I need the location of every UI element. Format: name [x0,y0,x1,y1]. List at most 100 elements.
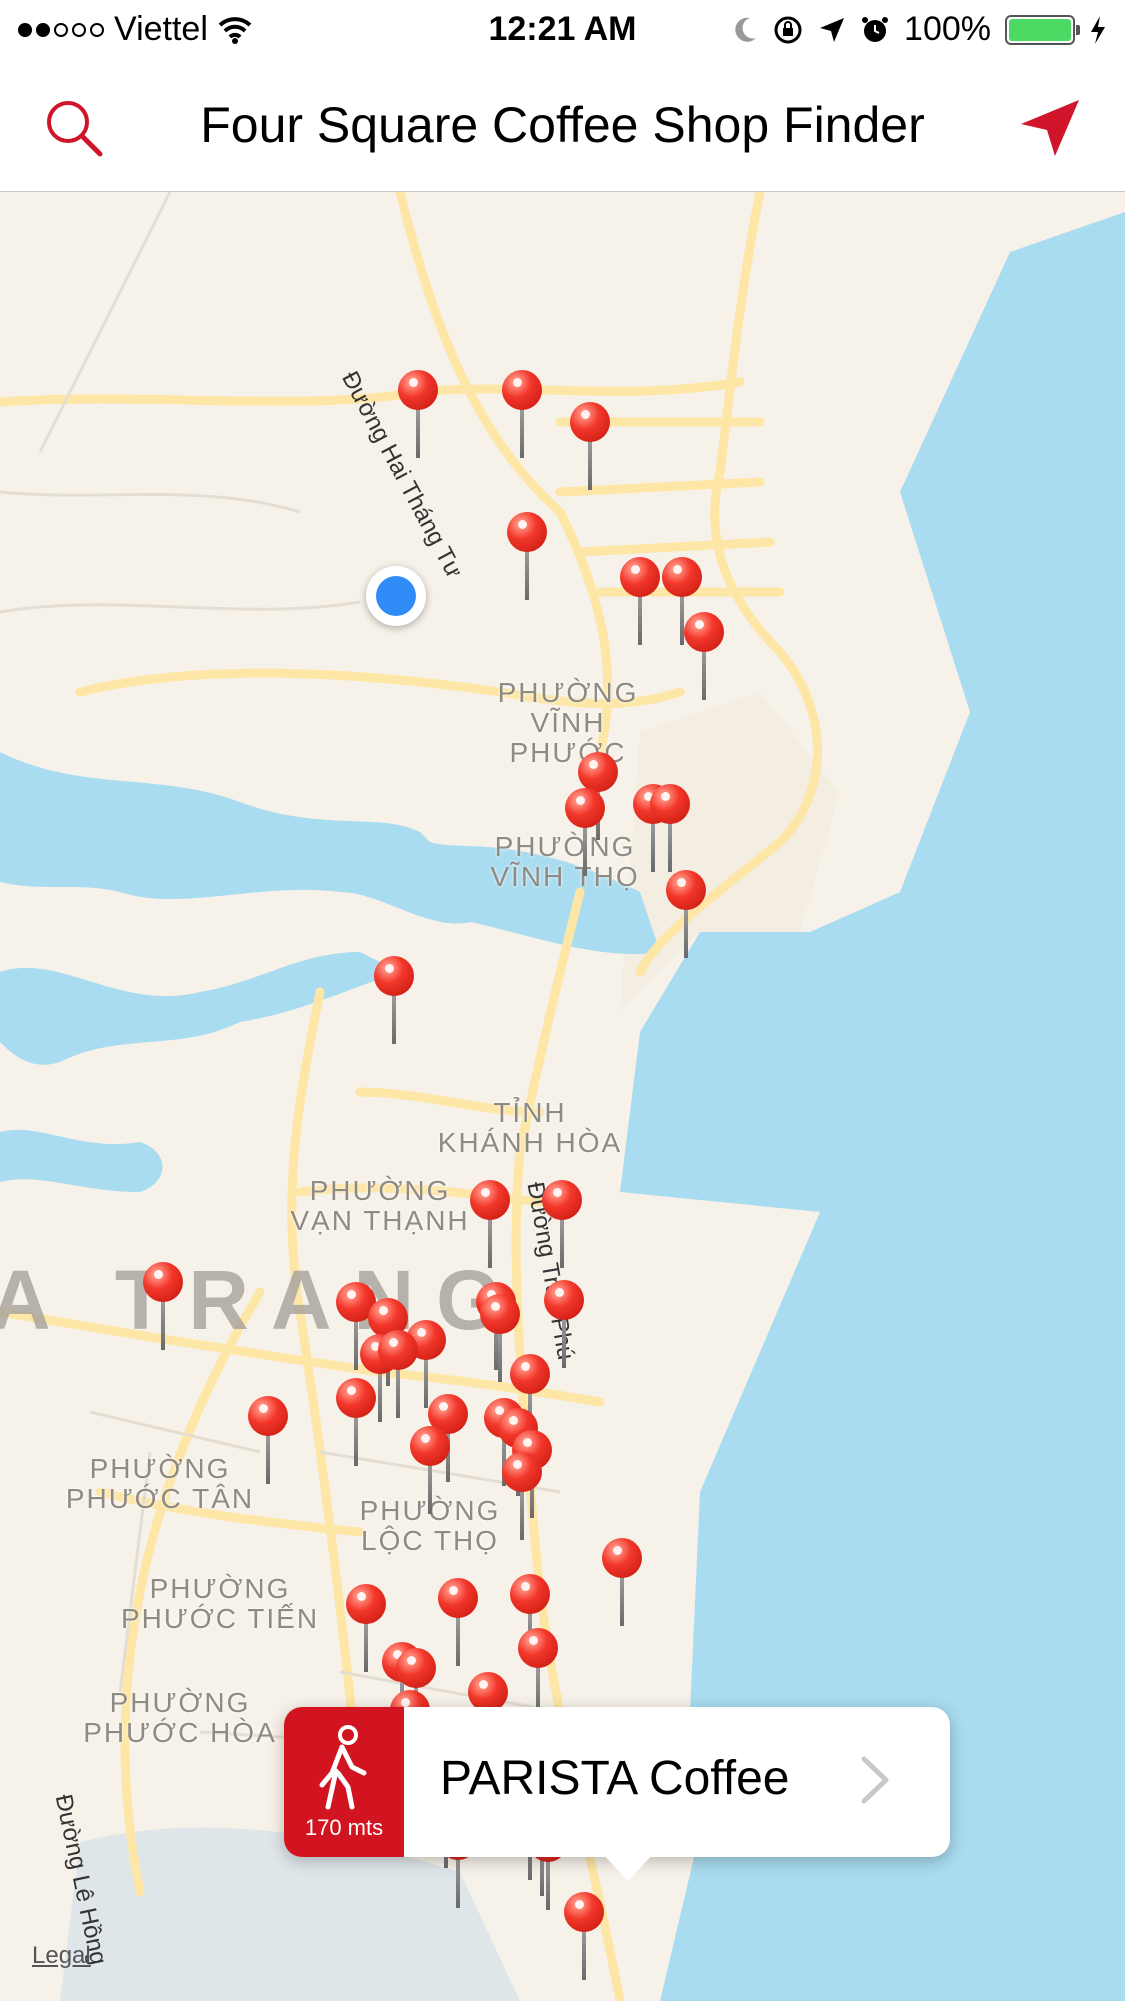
pin-head [544,1280,584,1320]
pin-head [666,870,706,910]
coffee-shop-pin[interactable] [505,512,549,602]
location-arrow-icon [1021,100,1079,156]
coffee-shop-pin[interactable] [562,1892,606,1982]
pin-head [398,370,438,410]
alarm-icon [862,16,889,42]
pin-head [336,1378,376,1418]
district-label: PHƯỜNG PHƯỚC HÒA [83,1687,277,1748]
coffee-shop-pin[interactable] [246,1396,290,1486]
pin-head [620,557,660,597]
pin-stem [520,408,524,458]
coffee-shop-pin[interactable] [516,1628,560,1718]
status-bar: Viettel 12:21 AM 100% [0,0,1125,62]
pin-head [346,1584,386,1624]
pin-head [542,1180,582,1220]
walking-distance-badge: 170 mts [284,1707,404,1857]
pin-stem [488,1218,492,1268]
pin-head [374,956,414,996]
pin-head [650,784,690,824]
pin-head [564,1892,604,1932]
district-label: PHƯỜNG PHƯỚC TÂN [65,1453,255,1514]
walking-person-icon [319,1725,367,1810]
pin-head [570,402,610,442]
pin-stem [684,908,688,958]
pin-stem [620,1576,624,1626]
pin-stem [354,1416,358,1466]
location-arrow-icon [820,17,845,42]
status-right: 100% [732,10,1107,49]
pin-head [502,1452,542,1492]
coffee-shop-pin[interactable] [372,956,416,1046]
pin-head [248,1396,288,1436]
coffee-shop-pin[interactable] [376,1330,420,1420]
pin-stem [396,1368,400,1418]
coffee-shop-pin[interactable] [618,557,662,647]
coffee-shop-pin[interactable] [540,1180,584,1270]
pin-stem [428,1464,432,1514]
pin-head [507,512,547,552]
pin-stem [582,1930,586,1980]
pin-head [662,557,702,597]
coffee-shop-pin[interactable] [436,1578,480,1668]
coffee-shop-pin[interactable] [648,784,692,874]
callout-pointer [602,1853,654,1881]
pin-stem [392,994,396,1044]
pin-head [143,1262,183,1302]
pin-stem [498,1332,502,1382]
pin-head [470,1180,510,1220]
pin-head [396,1648,436,1688]
pin-stem [456,1858,460,1908]
pin-stem [546,1860,550,1910]
pin-stem [456,1616,460,1666]
pin-head [502,370,542,410]
pin-head [410,1426,450,1466]
moon-icon [735,17,757,42]
pin-head [468,1672,508,1712]
pin-head [438,1578,478,1618]
district-label: PHƯỜNG VĨNH PHƯỚC [497,677,639,768]
coffee-shop-pin[interactable] [468,1180,512,1270]
pin-head [378,1330,418,1370]
user-location-marker[interactable] [366,566,426,626]
pin-stem [583,826,587,876]
coffee-shop-pin[interactable] [334,1378,378,1468]
coffee-shop-pin[interactable] [500,1452,544,1542]
pin-stem [266,1434,270,1484]
pin-head [602,1538,642,1578]
venue-name: PARISTA Coffee [440,1752,790,1805]
pin-stem [525,550,529,600]
district-label: PHƯỜNG VẠN THẠNH [290,1175,470,1236]
coffee-shop-pin[interactable] [396,370,440,460]
pin-stem [702,650,706,700]
pin-stem [520,1490,524,1540]
battery-icon [1005,14,1080,45]
current-location-button[interactable] [1015,94,1085,164]
pin-stem [638,595,642,645]
battery-percent: 100% [904,10,991,48]
coffee-shop-pin[interactable] [600,1538,644,1628]
venue-callout[interactable]: 170 mts PARISTA Coffee [284,1707,950,1881]
pin-head [510,1354,550,1394]
district-label: TỈNH KHÁNH HÒA [437,1097,623,1158]
page-title: Four Square Coffee Shop Finder [200,97,925,153]
pin-stem [416,408,420,458]
coffee-shop-pin[interactable] [568,402,612,492]
coffee-shop-pin[interactable] [664,870,708,960]
pin-stem [668,822,672,872]
coffee-shop-pin[interactable] [408,1426,452,1516]
pin-head [480,1294,520,1334]
pin-head [518,1628,558,1668]
pin-head [684,612,724,652]
pin-stem [560,1218,564,1268]
navigation-bar: Four Square Coffee Shop Finder [0,62,1125,192]
chevron-right-icon[interactable] [860,1755,890,1805]
coffee-shop-pin[interactable] [500,370,544,460]
coffee-shop-pin[interactable] [682,612,726,702]
coffee-shop-pin[interactable] [141,1262,185,1352]
legal-link[interactable]: Legal [32,1942,91,1970]
coffee-shop-pin[interactable] [563,788,607,878]
pin-stem [562,1318,566,1368]
rotation-lock-icon [774,16,802,43]
pin-head [510,1574,550,1614]
pin-stem [161,1300,165,1350]
